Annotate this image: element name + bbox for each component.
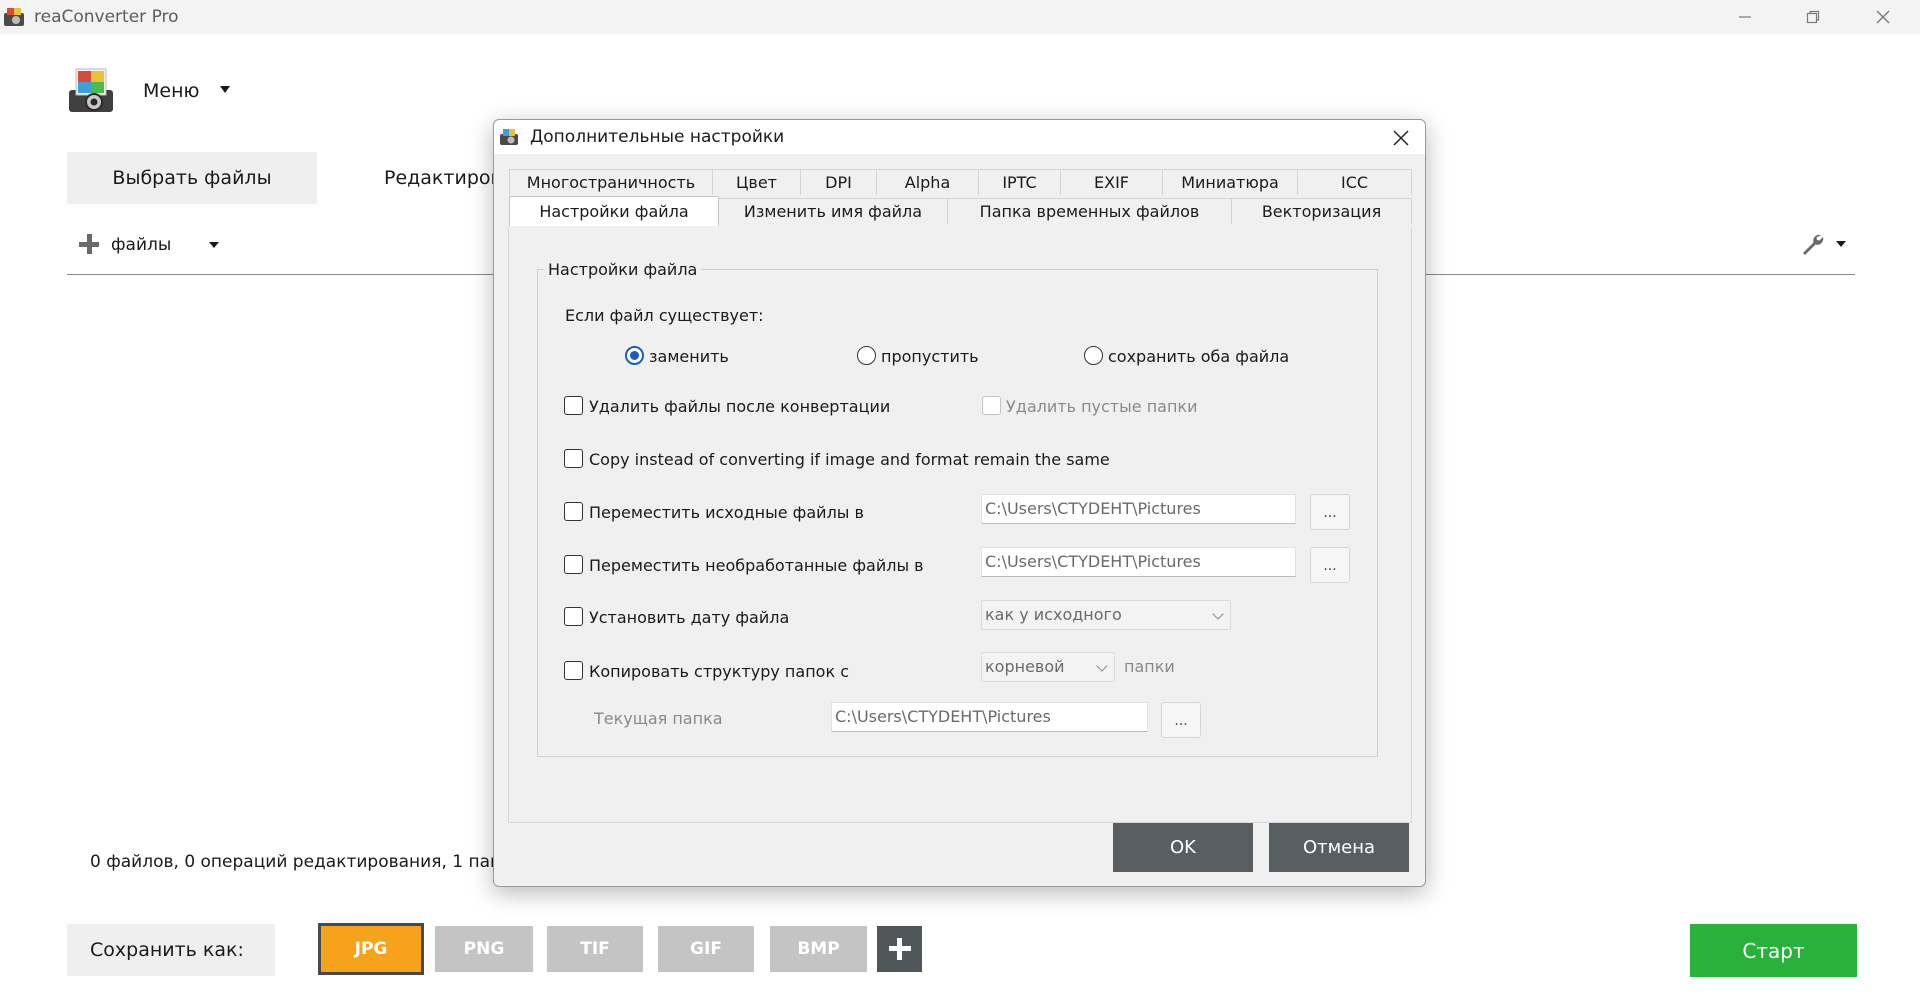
tab-vectorization[interactable]: Векторизация [1232,198,1412,224]
move-source-checkbox[interactable] [564,502,583,521]
menu-caret-icon[interactable] [220,86,230,93]
tab-color[interactable]: Цвет [713,169,801,195]
ok-button[interactable]: OK [1113,823,1253,872]
format-bmp-button[interactable]: BMP [770,926,867,972]
tab-row-2: Настройки файла Изменить имя файла Папка… [509,196,1412,226]
move-source-label[interactable]: Переместить исходные файлы в [589,503,864,522]
start-button[interactable]: Старт [1690,924,1857,977]
current-folder-path-input[interactable]: C:\Users\CTYDEHT\Pictures [831,702,1148,732]
close-icon [1876,10,1890,24]
dialog-app-icon [500,129,518,145]
tab-iptc[interactable]: IPTC [979,169,1061,195]
restore-button[interactable] [1778,0,1848,34]
cancel-button[interactable]: Отмена [1269,823,1409,872]
delete-empty-checkbox[interactable] [982,396,1001,415]
tab-alpha[interactable]: Alpha [877,169,979,195]
radio-replace[interactable] [625,346,644,365]
current-folder-browse-button[interactable]: ... [1161,702,1201,738]
set-date-label[interactable]: Установить дату файла [589,608,789,627]
move-source-path-input[interactable]: C:\Users\CTYDEHT\Pictures [981,494,1296,524]
window-close-button[interactable] [1848,0,1918,34]
move-source-browse-button[interactable]: ... [1310,494,1350,530]
format-gif-button[interactable]: GIF [658,926,754,972]
move-unprocessed-label[interactable]: Переместить необработанные файлы в [589,556,924,575]
copy-structure-checkbox[interactable] [564,661,583,680]
settings-caret-icon[interactable] [1836,241,1846,247]
dialog-titlebar: Дополнительные настройки [494,120,1425,154]
window-titlebar: reaConverter Pro [0,0,1920,34]
wrench-icon[interactable] [1800,232,1826,258]
radio-skip[interactable] [857,346,876,365]
format-tif-button[interactable]: TIF [547,926,643,972]
copy-instead-label[interactable]: Copy instead of converting if image and … [589,450,1110,469]
move-unprocessed-checkbox[interactable] [564,555,583,574]
tab-icc[interactable]: ICC [1298,169,1412,195]
radio-skip-label[interactable]: пропустить [881,347,979,366]
tab-multipage[interactable]: Многостраничность [509,169,713,195]
app-logo-icon[interactable] [66,66,116,114]
radio-replace-label[interactable]: заменить [649,347,729,366]
add-files-button[interactable]: файлы [111,235,171,255]
set-date-checkbox[interactable] [564,607,583,626]
copy-structure-select[interactable]: корневой [981,652,1115,682]
add-format-plus-icon[interactable] [877,926,922,972]
minimize-icon [1739,16,1751,18]
delete-after-checkbox[interactable] [564,396,583,415]
group-title: Настройки файла [544,260,702,279]
app-title: reaConverter Pro [34,7,179,27]
restore-icon [1806,10,1820,24]
add-files-plus-icon[interactable] [79,234,99,254]
folders-suffix-label: папки [1124,657,1175,676]
status-summary: 0 файлов, 0 операций редактирования, 1 п… [90,852,494,872]
move-unprocessed-browse-button[interactable]: ... [1310,547,1350,583]
tab-exif[interactable]: EXIF [1061,169,1163,195]
delete-after-label[interactable]: Удалить файлы после конвертации [589,397,890,416]
tab-temp-folder[interactable]: Папка временных файлов [948,198,1232,224]
radio-keep-both[interactable] [1084,346,1103,365]
tab-rename-file[interactable]: Изменить имя файла [719,198,948,224]
advanced-settings-dialog: Дополнительные настройки Многостраничнос… [493,119,1426,887]
set-date-value: как у исходного [985,605,1122,624]
save-as-label: Сохранить как: [67,924,275,976]
dialog-title: Дополнительные настройки [530,127,785,147]
tab-choose-files[interactable]: Выбрать файлы [67,152,317,204]
current-folder-label: Текущая папка [594,709,723,728]
tab-dpi[interactable]: DPI [801,169,877,195]
copy-structure-label[interactable]: Копировать структуру папок с [589,662,849,681]
format-jpg-button[interactable]: JPG [318,923,424,975]
tab-thumbnail[interactable]: Миниатюра [1163,169,1298,195]
app-icon [4,8,24,26]
set-date-select[interactable]: как у исходного [981,600,1231,630]
tab-row-1: Многостраничность Цвет DPI Alpha IPTC EX… [509,169,1412,195]
radio-keep-both-label[interactable]: сохранить оба файла [1108,347,1289,366]
chevron-down-icon [1212,608,1224,620]
tab-edit[interactable]: Редактирование [384,167,494,189]
if-exists-label: Если файл существует: [565,306,764,325]
chevron-down-icon [1096,660,1108,672]
format-png-button[interactable]: PNG [435,926,533,972]
copy-structure-value: корневой [985,657,1065,676]
dialog-close-button[interactable] [1386,125,1416,151]
menu-button[interactable]: Меню [143,80,200,102]
close-icon [1393,130,1409,146]
copy-instead-checkbox[interactable] [564,449,583,468]
delete-empty-label: Удалить пустые папки [1006,397,1198,416]
tab-file-settings[interactable]: Настройки файла [509,196,719,226]
add-files-caret-icon[interactable] [209,242,219,248]
minimize-button[interactable] [1710,0,1780,34]
move-unprocessed-path-input[interactable]: C:\Users\CTYDEHT\Pictures [981,547,1296,577]
